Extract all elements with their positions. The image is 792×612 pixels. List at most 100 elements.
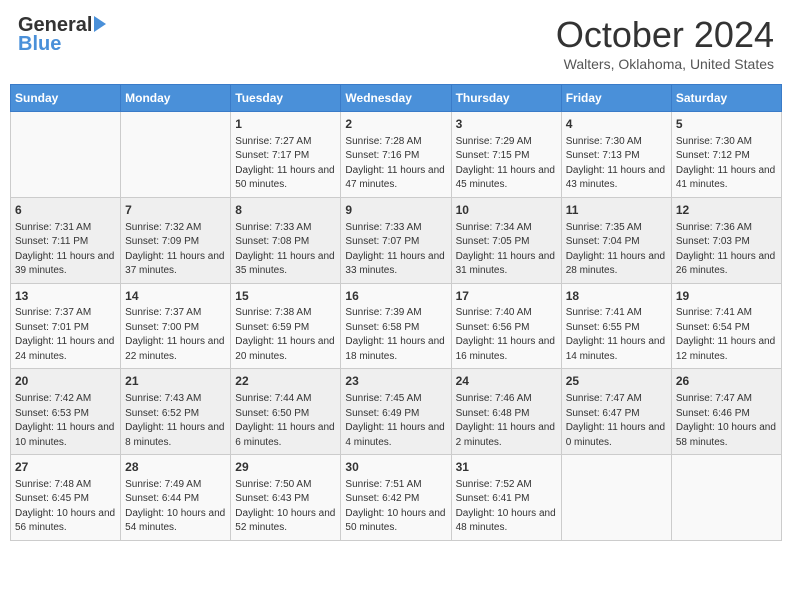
calendar-cell: 25 Sunrise: 7:47 AMSunset: 6:47 PMDayligh… bbox=[561, 369, 671, 455]
calendar-cell: 14Sunrise: 7:37 AMSunset: 7:00 PMDayligh… bbox=[121, 283, 231, 369]
day-info: Sunrise: 7:32 AMSunset: 7:09 PMDaylight:… bbox=[125, 221, 226, 279]
day-number: 11 bbox=[566, 202, 667, 219]
calendar-cell: 27 Sunrise: 7:48 AMSunset: 6:45 PMDayligh… bbox=[11, 455, 121, 541]
calendar-cell: 4 Sunrise: 7:30 AMSunset: 7:13 PMDaylight… bbox=[561, 112, 671, 198]
day-info: Sunrise: 7:33 AMSunset: 7:08 PMDaylight:… bbox=[235, 221, 336, 279]
day-info: Sunrise: 7:37 AMSunset: 7:01 PMDaylight:… bbox=[15, 306, 116, 364]
day-number: 13 bbox=[15, 288, 116, 305]
calendar-week-3: 13Sunrise: 7:37 AMSunset: 7:01 PMDayligh… bbox=[11, 283, 782, 369]
calendar-cell: 11 Sunrise: 7:35 AMSunset: 7:04 PMDayligh… bbox=[561, 197, 671, 283]
header-day-wednesday: Wednesday bbox=[341, 85, 451, 112]
day-info: Sunrise: 7:30 AMSunset: 7:13 PMDaylight:… bbox=[566, 135, 667, 193]
calendar-cell: 30 Sunrise: 7:51 AMSunset: 6:42 PMDayligh… bbox=[341, 455, 451, 541]
calendar-cell: 24 Sunrise: 7:46 AMSunset: 6:48 PMDayligh… bbox=[451, 369, 561, 455]
day-number: 29 bbox=[235, 459, 336, 476]
header-day-friday: Friday bbox=[561, 85, 671, 112]
calendar-week-1: 1 Sunrise: 7:27 AMSunset: 7:17 PMDaylight… bbox=[11, 112, 782, 198]
day-number: 15 bbox=[235, 288, 336, 305]
day-number: 10 bbox=[456, 202, 557, 219]
title-block: October 2024 Walters, Oklahoma, United S… bbox=[556, 14, 774, 72]
calendar-cell: 18Sunrise: 7:41 AMSunset: 6:55 PMDayligh… bbox=[561, 283, 671, 369]
day-number: 21 bbox=[125, 373, 226, 390]
day-number: 22 bbox=[235, 373, 336, 390]
day-number: 20 bbox=[15, 373, 116, 390]
day-number: 9 bbox=[345, 202, 446, 219]
day-info: Sunrise: 7:30 AMSunset: 7:12 PMDaylight:… bbox=[676, 135, 777, 193]
day-info: Sunrise: 7:41 AMSunset: 6:54 PMDaylight:… bbox=[676, 306, 777, 364]
day-info: Sunrise: 7:35 AMSunset: 7:04 PMDaylight:… bbox=[566, 221, 667, 279]
header-day-sunday: Sunday bbox=[11, 85, 121, 112]
header-day-saturday: Saturday bbox=[671, 85, 781, 112]
day-number: 24 bbox=[456, 373, 557, 390]
day-info: Sunrise: 7:45 AMSunset: 6:49 PMDaylight:… bbox=[345, 392, 446, 450]
day-info: Sunrise: 7:28 AMSunset: 7:16 PMDaylight:… bbox=[345, 135, 446, 193]
calendar-week-2: 6Sunrise: 7:31 AMSunset: 7:11 PMDaylight… bbox=[11, 197, 782, 283]
calendar-cell: 15Sunrise: 7:38 AMSunset: 6:59 PMDayligh… bbox=[231, 283, 341, 369]
calendar-cell: 2 Sunrise: 7:28 AMSunset: 7:16 PMDaylight… bbox=[341, 112, 451, 198]
calendar-cell bbox=[561, 455, 671, 541]
calendar-cell: 9 Sunrise: 7:33 AMSunset: 7:07 PMDaylight… bbox=[341, 197, 451, 283]
day-info: Sunrise: 7:48 AMSunset: 6:45 PMDaylight:… bbox=[15, 478, 116, 536]
day-info: Sunrise: 7:47 AMSunset: 6:47 PMDaylight:… bbox=[566, 392, 667, 450]
day-info: Sunrise: 7:33 AMSunset: 7:07 PMDaylight:… bbox=[345, 221, 446, 279]
day-info: Sunrise: 7:46 AMSunset: 6:48 PMDaylight:… bbox=[456, 392, 557, 450]
day-info: Sunrise: 7:51 AMSunset: 6:42 PMDaylight:… bbox=[345, 478, 446, 536]
day-info: Sunrise: 7:38 AMSunset: 6:59 PMDaylight:… bbox=[235, 306, 336, 364]
day-info: Sunrise: 7:52 AMSunset: 6:41 PMDaylight:… bbox=[456, 478, 557, 536]
calendar-cell: 29 Sunrise: 7:50 AMSunset: 6:43 PMDayligh… bbox=[231, 455, 341, 541]
day-info: Sunrise: 7:43 AMSunset: 6:52 PMDaylight:… bbox=[125, 392, 226, 450]
day-info: Sunrise: 7:50 AMSunset: 6:43 PMDaylight:… bbox=[235, 478, 336, 536]
day-number: 2 bbox=[345, 116, 446, 133]
calendar-cell: 13Sunrise: 7:37 AMSunset: 7:01 PMDayligh… bbox=[11, 283, 121, 369]
header-day-tuesday: Tuesday bbox=[231, 85, 341, 112]
day-info: Sunrise: 7:42 AMSunset: 6:53 PMDaylight:… bbox=[15, 392, 116, 450]
calendar-cell: 31 Sunrise: 7:52 AMSunset: 6:41 PMDayligh… bbox=[451, 455, 561, 541]
day-number: 23 bbox=[345, 373, 446, 390]
calendar-table: SundayMondayTuesdayWednesdayThursdayFrid… bbox=[10, 84, 782, 541]
calendar-cell: 12 Sunrise: 7:36 AMSunset: 7:03 PMDayligh… bbox=[671, 197, 781, 283]
day-number: 19 bbox=[676, 288, 777, 305]
day-number: 25 bbox=[566, 373, 667, 390]
day-info: Sunrise: 7:34 AMSunset: 7:05 PMDaylight:… bbox=[456, 221, 557, 279]
header-row: SundayMondayTuesdayWednesdayThursdayFrid… bbox=[11, 85, 782, 112]
calendar-header: SundayMondayTuesdayWednesdayThursdayFrid… bbox=[11, 85, 782, 112]
calendar-cell: 19Sunrise: 7:41 AMSunset: 6:54 PMDayligh… bbox=[671, 283, 781, 369]
day-number: 1 bbox=[235, 116, 336, 133]
calendar-week-5: 27 Sunrise: 7:48 AMSunset: 6:45 PMDayligh… bbox=[11, 455, 782, 541]
day-number: 27 bbox=[15, 459, 116, 476]
calendar-cell: 21 Sunrise: 7:43 AMSunset: 6:52 PMDayligh… bbox=[121, 369, 231, 455]
day-info: Sunrise: 7:47 AMSunset: 6:46 PMDaylight:… bbox=[676, 392, 777, 450]
day-number: 17 bbox=[456, 288, 557, 305]
day-number: 18 bbox=[566, 288, 667, 305]
day-info: Sunrise: 7:44 AMSunset: 6:50 PMDaylight:… bbox=[235, 392, 336, 450]
day-number: 31 bbox=[456, 459, 557, 476]
calendar-cell: 16Sunrise: 7:39 AMSunset: 6:58 PMDayligh… bbox=[341, 283, 451, 369]
day-info: Sunrise: 7:36 AMSunset: 7:03 PMDaylight:… bbox=[676, 221, 777, 279]
day-number: 4 bbox=[566, 116, 667, 133]
day-info: Sunrise: 7:39 AMSunset: 6:58 PMDaylight:… bbox=[345, 306, 446, 364]
day-info: Sunrise: 7:31 AMSunset: 7:11 PMDaylight:… bbox=[15, 221, 116, 279]
day-number: 12 bbox=[676, 202, 777, 219]
day-info: Sunrise: 7:49 AMSunset: 6:44 PMDaylight:… bbox=[125, 478, 226, 536]
calendar-cell: 3Sunrise: 7:29 AMSunset: 7:15 PMDaylight… bbox=[451, 112, 561, 198]
logo-blue: Blue bbox=[18, 33, 61, 56]
calendar-cell: 5Sunrise: 7:30 AMSunset: 7:12 PMDaylight… bbox=[671, 112, 781, 198]
day-number: 30 bbox=[345, 459, 446, 476]
header-day-monday: Monday bbox=[121, 85, 231, 112]
calendar-cell: 17Sunrise: 7:40 AMSunset: 6:56 PMDayligh… bbox=[451, 283, 561, 369]
calendar-cell: 23 Sunrise: 7:45 AMSunset: 6:49 PMDayligh… bbox=[341, 369, 451, 455]
day-info: Sunrise: 7:41 AMSunset: 6:55 PMDaylight:… bbox=[566, 306, 667, 364]
day-info: Sunrise: 7:40 AMSunset: 6:56 PMDaylight:… bbox=[456, 306, 557, 364]
calendar-cell bbox=[121, 112, 231, 198]
calendar-cell: 1 Sunrise: 7:27 AMSunset: 7:17 PMDaylight… bbox=[231, 112, 341, 198]
calendar-cell: 20 Sunrise: 7:42 AMSunset: 6:53 PMDayligh… bbox=[11, 369, 121, 455]
calendar-cell bbox=[11, 112, 121, 198]
day-info: Sunrise: 7:29 AMSunset: 7:15 PMDaylight:… bbox=[456, 135, 557, 193]
calendar-week-4: 20 Sunrise: 7:42 AMSunset: 6:53 PMDayligh… bbox=[11, 369, 782, 455]
day-info: Sunrise: 7:27 AMSunset: 7:17 PMDaylight:… bbox=[235, 135, 336, 193]
day-number: 16 bbox=[345, 288, 446, 305]
calendar-cell: 28 Sunrise: 7:49 AMSunset: 6:44 PMDayligh… bbox=[121, 455, 231, 541]
calendar-cell bbox=[671, 455, 781, 541]
day-number: 28 bbox=[125, 459, 226, 476]
month-title: October 2024 bbox=[556, 14, 774, 56]
